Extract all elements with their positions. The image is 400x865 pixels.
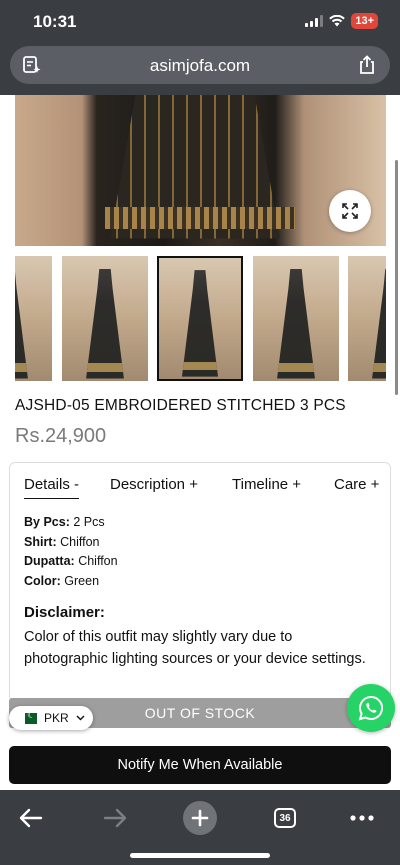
signal-icon — [305, 15, 324, 27]
tab-care[interactable]: Care + — [334, 476, 379, 493]
spec-color: Color: Green — [24, 573, 100, 588]
thumbnail-5[interactable] — [348, 256, 386, 381]
chevron-down-icon — [76, 715, 85, 721]
thumbnail-4[interactable] — [253, 256, 339, 381]
forward-arrow-icon — [103, 808, 127, 828]
info-tabs: Details - Description + Timeline + Care … — [10, 463, 390, 503]
back-arrow-icon — [19, 808, 43, 828]
home-indicator[interactable] — [130, 853, 270, 858]
product-price: Rs.24,900 — [15, 425, 107, 447]
back-button[interactable] — [11, 798, 51, 838]
tab-details[interactable]: Details - — [24, 476, 80, 499]
plus-icon — [183, 801, 217, 835]
product-info-panel: Details - Description + Timeline + Care … — [9, 462, 391, 702]
tabs-icon: 36 — [274, 808, 296, 828]
battery-indicator: 13+ — [351, 13, 378, 29]
browser-top-bar: 10:31 13+ asimjofa.com — [0, 0, 400, 95]
thumbnail-2[interactable] — [62, 256, 148, 381]
currency-selector[interactable]: PKR — [9, 706, 93, 730]
tab-description[interactable]: Description + — [110, 476, 198, 493]
thumbnail-1[interactable] — [15, 256, 52, 381]
spec-list: By Pcs: 2 Pcs Shirt: Chiffon Dupatta: Ch… — [24, 513, 118, 591]
address-bar[interactable]: asimjofa.com — [10, 46, 390, 84]
disclaimer-title: Disclaimer: — [24, 604, 105, 621]
wifi-icon — [329, 15, 346, 27]
tab-timeline[interactable]: Timeline + — [232, 476, 301, 493]
spec-pcs: By Pcs: 2 Pcs — [24, 515, 105, 529]
spec-shirt: Shirt: Chiffon — [24, 534, 100, 549]
browser-bottom-bar: 36 — [0, 790, 400, 865]
pakistan-flag-icon — [21, 710, 37, 724]
disclaimer-text: Color of this outfit may slightly vary d… — [24, 629, 366, 667]
more-menu-button[interactable] — [342, 798, 382, 838]
whatsapp-icon — [358, 695, 383, 721]
more-icon — [350, 815, 374, 821]
zoom-button[interactable] — [329, 190, 371, 232]
status-icons: 13+ — [305, 13, 378, 29]
share-icon[interactable] — [358, 55, 376, 80]
status-time: 10:31 — [33, 12, 77, 31]
url-text[interactable]: asimjofa.com — [10, 56, 390, 76]
tabs-button[interactable]: 36 — [265, 798, 305, 838]
whatsapp-button[interactable] — [347, 684, 395, 732]
currency-label: PKR — [44, 711, 69, 725]
scrollbar[interactable] — [395, 160, 398, 395]
product-title: AJSHD-05 EMBROIDERED STITCHED 3 PCS — [15, 397, 346, 414]
product-main-image[interactable] — [15, 95, 386, 246]
thumbnail-3[interactable] — [157, 256, 243, 381]
spec-dupatta: Dupatta: Chiffon — [24, 554, 118, 568]
new-tab-button[interactable] — [180, 798, 220, 838]
expand-icon — [342, 203, 358, 219]
forward-button[interactable] — [95, 798, 135, 838]
thumbnail-strip — [15, 256, 386, 381]
notify-me-button[interactable]: Notify Me When Available — [9, 746, 391, 784]
